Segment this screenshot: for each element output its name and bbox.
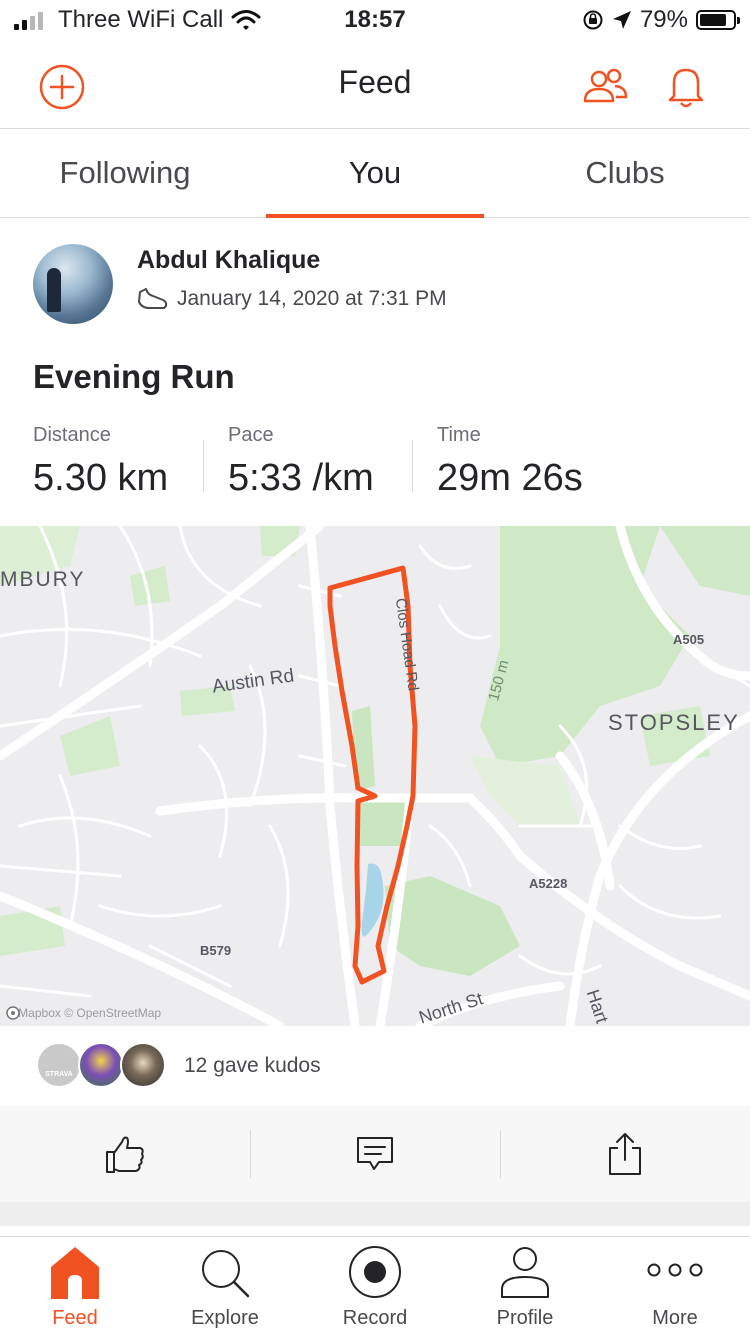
feed-tabs: Following You Clubs	[0, 129, 750, 218]
stat-label: Distance	[33, 424, 111, 446]
record-icon	[349, 1246, 401, 1298]
strava-placeholder-text: STRAVA	[45, 1070, 73, 1078]
stat-pace: Pace 5:33 /km	[204, 424, 412, 500]
activity-date: January 14, 2020 at 7:31 PM	[177, 287, 447, 310]
status-bar: Three WiFi Call 18:57 79%	[0, 0, 750, 42]
activity-title[interactable]: Evening Run	[33, 358, 235, 396]
bell-icon	[668, 68, 704, 108]
kudos-row[interactable]: STRAVA 12 gave kudos	[0, 1026, 750, 1106]
more-icon	[647, 1263, 703, 1277]
stat-value: 5:33 /km	[228, 457, 374, 499]
nav-profile[interactable]: Profile	[450, 1237, 600, 1335]
map-attribution-text: © Mapbox © OpenStreetMap	[6, 1006, 162, 1020]
battery-icon	[696, 10, 740, 30]
location-arrow-icon	[612, 11, 631, 29]
stat-time: Time 29m 26s	[413, 424, 637, 500]
stat-label: Pace	[228, 424, 274, 446]
kudos-count[interactable]: 12 gave kudos	[184, 1054, 321, 1078]
athlete-avatar[interactable]	[33, 244, 113, 324]
athlete-name[interactable]: Abdul Khalique	[137, 246, 320, 275]
people-icon	[583, 68, 628, 103]
map-label-stopsley: STOPSLEY	[608, 710, 740, 735]
shoe-icon	[138, 288, 168, 309]
kudos-button[interactable]	[0, 1106, 250, 1202]
activity-card[interactable]: Abdul Khalique January 14, 2020 at 7:31 …	[0, 218, 750, 526]
nav-feed[interactable]: Feed	[0, 1237, 150, 1335]
kudos-avatars: STRAVA	[36, 1042, 166, 1090]
search-icon	[202, 1250, 250, 1298]
kudos-avatar	[78, 1042, 124, 1088]
rotation-lock-icon	[583, 10, 603, 30]
stat-value: 5.30 km	[33, 457, 169, 499]
stat-value: 29m 26s	[437, 457, 583, 499]
share-button[interactable]	[500, 1106, 750, 1202]
thumbs-up-icon	[106, 1136, 144, 1173]
stat-label: Time	[437, 424, 481, 446]
share-icon	[609, 1133, 641, 1175]
page-title: Feed	[338, 64, 412, 100]
nav-label: More	[652, 1307, 698, 1329]
profile-icon	[501, 1247, 549, 1298]
mapbox-logo-icon	[6, 1006, 20, 1020]
nav-explore[interactable]: Explore	[150, 1237, 300, 1335]
nav-label: Feed	[52, 1307, 98, 1329]
kudos-avatar	[120, 1042, 166, 1088]
tab-following[interactable]: Following	[0, 129, 250, 217]
stat-distance: Distance 5.30 km	[33, 424, 203, 500]
map-label-a505: A505	[673, 632, 705, 647]
home-icon	[51, 1247, 99, 1299]
notifications-button[interactable]	[661, 62, 711, 112]
kudos-avatar: STRAVA	[36, 1042, 82, 1088]
top-header: Feed	[0, 42, 750, 129]
nav-record[interactable]: Record	[300, 1237, 450, 1335]
route-map[interactable]: MBURY Austin Rd A505 STOPSLEY 150 m Clos…	[0, 526, 750, 1026]
activity-stats: Distance 5.30 km Pace 5:33 /km Time 29m …	[33, 424, 637, 500]
bottom-nav: Feed Explore Record Profile More	[0, 1236, 750, 1335]
feed-separator	[0, 1202, 750, 1226]
activity-actions	[0, 1106, 750, 1202]
map-label-ambury: MBURY	[0, 568, 86, 591]
nav-label: Record	[342, 1307, 408, 1329]
map-attribution[interactable]: © Mapbox © OpenStreetMap	[6, 1006, 161, 1020]
activity-meta: January 14, 2020 at 7:31 PM	[137, 286, 447, 312]
nav-label: Profile	[496, 1307, 554, 1329]
comment-button[interactable]	[250, 1106, 500, 1202]
map-label-a5228: A5228	[529, 876, 568, 891]
find-friends-button[interactable]	[580, 62, 630, 112]
map-label-b579: B579	[200, 943, 232, 958]
nav-label: Explore	[191, 1307, 259, 1329]
battery-percent: 79%	[639, 6, 688, 33]
map-graphic	[0, 526, 750, 1026]
nav-more[interactable]: More	[600, 1237, 750, 1335]
tab-you[interactable]: You	[250, 129, 500, 218]
comment-icon	[357, 1137, 393, 1170]
tab-clubs[interactable]: Clubs	[500, 129, 750, 217]
